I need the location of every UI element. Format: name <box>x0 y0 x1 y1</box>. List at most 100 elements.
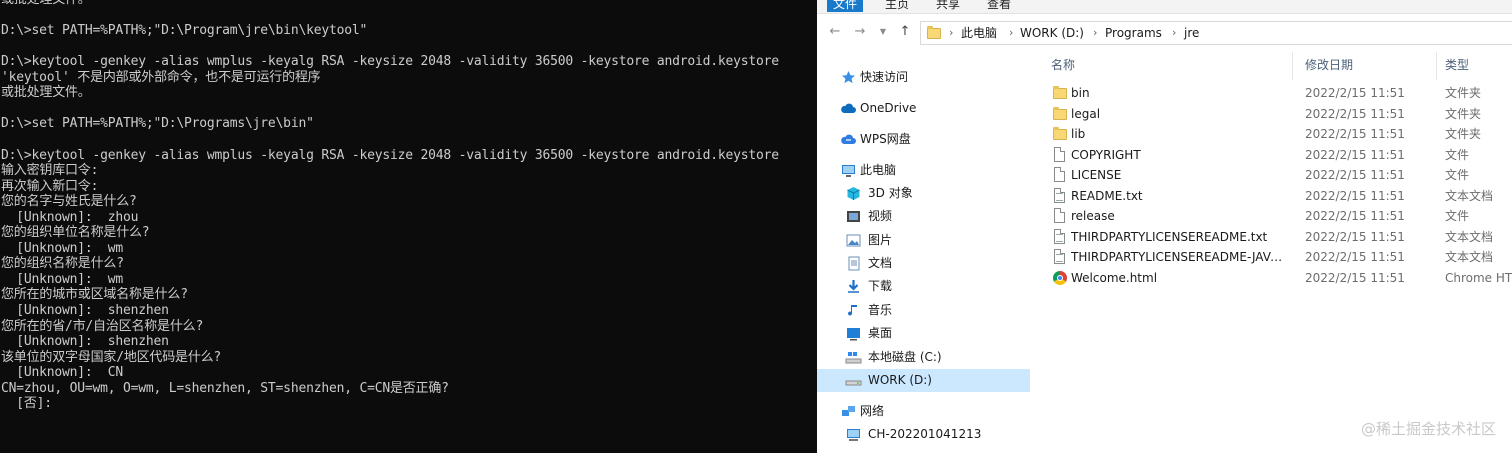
terminal-line: 您的组织名称是什么? <box>1 256 124 272</box>
nav-item[interactable]: OneDrive <box>817 97 1030 120</box>
column-divider[interactable] <box>1292 52 1293 80</box>
file-row[interactable]: release 2022/2/15 11:51 文件 <box>1039 206 1512 226</box>
terminal-line: [Unknown]: zhou <box>1 209 139 225</box>
folder-icon <box>1052 126 1068 142</box>
pictures-icon <box>845 232 862 249</box>
nav-item[interactable]: 网络 <box>817 400 1030 423</box>
column-header-name[interactable]: 名称 <box>1051 56 1075 74</box>
breadcrumb-separator-icon[interactable]: › <box>1093 25 1097 41</box>
music-icon <box>845 302 862 319</box>
file-date: 2022/2/15 11:51 <box>1305 106 1405 121</box>
nav-item-label: 桌面 <box>868 326 893 340</box>
cmd-terminal[interactable]: 或批处理文件。 D:\>set PATH=%PATH%;"D:\Program\j… <box>0 0 817 453</box>
file-type: 文件 <box>1445 168 1470 182</box>
file-date: 2022/2/15 11:51 <box>1305 229 1405 244</box>
nav-item[interactable]: 图片 <box>817 229 1030 252</box>
file-row[interactable]: COPYRIGHT 2022/2/15 11:51 文件 <box>1039 145 1512 165</box>
breadcrumb-programs[interactable]: Programs <box>1105 25 1162 41</box>
breadcrumb-separator-icon[interactable]: › <box>1009 25 1013 41</box>
nav-item[interactable]: WPS网盘 <box>817 128 1030 151</box>
terminal-line: [否]: <box>1 396 52 412</box>
file-type: 文本文档 <box>1445 250 1494 264</box>
column-divider[interactable] <box>1436 52 1437 80</box>
computer-icon <box>840 162 857 179</box>
terminal-line: [Unknown]: wm <box>1 240 124 256</box>
column-header-date[interactable]: 修改日期 <box>1305 56 1353 74</box>
file-icon <box>1052 208 1068 224</box>
file-row[interactable]: legal 2022/2/15 11:51 文件夹 <box>1039 104 1512 124</box>
forward-arrow-icon[interactable]: → <box>852 24 868 40</box>
nav-item[interactable]: 此电脑 <box>817 159 1030 182</box>
ribbon-tab-view[interactable]: 查看 <box>987 0 1011 12</box>
breadcrumb-work-d[interactable]: WORK (D:) <box>1020 25 1084 41</box>
file-type: 文本文档 <box>1445 188 1494 203</box>
file-row[interactable]: LICENSE 2022/2/15 11:51 文件 <box>1039 165 1512 185</box>
file-type: Chrome HTM <box>1445 270 1512 285</box>
back-arrow-icon[interactable]: ← <box>827 24 843 40</box>
column-header-type[interactable]: 类型 <box>1445 56 1469 74</box>
file-row[interactable]: README.txt 2022/2/15 11:51 文本文档 <box>1039 186 1512 206</box>
nav-item-label: 图片 <box>868 233 893 247</box>
file-type: 文件夹 <box>1445 86 1482 100</box>
nav-item[interactable]: 桌面 <box>817 322 1030 345</box>
nav-item-label: 本地磁盘 (C:) <box>868 350 942 364</box>
drive-c-icon <box>845 349 862 366</box>
file-date: 2022/2/15 11:51 <box>1305 209 1405 223</box>
nav-item[interactable]: WORK (D:) <box>817 369 1030 392</box>
file-name: legal <box>1071 106 1101 121</box>
network-icon <box>840 403 857 420</box>
breadcrumb-separator-icon[interactable]: › <box>1172 25 1176 41</box>
chrome-icon <box>1052 270 1068 286</box>
recent-locations-chevron-icon[interactable]: ▼ <box>875 24 891 40</box>
file-name: THIRDPARTYLICENSEREADME.txt <box>1071 229 1268 244</box>
nav-item[interactable]: 文档 <box>817 252 1030 275</box>
up-arrow-icon[interactable]: ↑ <box>897 24 913 40</box>
download-icon <box>845 278 862 295</box>
file-date: 2022/2/15 11:51 <box>1305 86 1405 100</box>
file-row[interactable]: THIRDPARTYLICENSEREADME-JAVAF... 2022/2/1… <box>1039 247 1512 267</box>
breadcrumb-separator-icon[interactable]: › <box>949 25 953 41</box>
nav-item-label: CH-202201041213 <box>868 427 982 441</box>
file-name: README.txt <box>1071 188 1143 203</box>
file-explorer-window: 文件 主页 共享 查看 ← → ▼ ↑ › 此电脑 › WORK (D:) › … <box>817 0 1512 453</box>
nav-item[interactable]: 3D 对象 <box>817 182 1030 205</box>
file-type: 文件 <box>1445 147 1470 162</box>
terminal-line: D:\>set PATH=%PATH%;"D:\Program\jre\bin\… <box>1 23 368 39</box>
terminal-line: 您的组织单位名称是什么? <box>1 225 150 241</box>
file-row[interactable]: lib 2022/2/15 11:51 文件夹 <box>1039 124 1512 144</box>
terminal-line: D:\>set PATH=%PATH%;"D:\Programs\jre\bin… <box>1 116 314 132</box>
nav-item[interactable]: 快速访问 <box>817 66 1030 89</box>
terminal-line: 该单位的双字母国家/地区代码是什么? <box>1 349 222 365</box>
file-row[interactable]: bin 2022/2/15 11:51 文件夹 <box>1039 83 1512 103</box>
nav-item-label: OneDrive <box>860 101 917 115</box>
nav-item[interactable]: 本地磁盘 (C:) <box>817 346 1030 369</box>
breadcrumb-jre[interactable]: jre <box>1184 25 1199 41</box>
desktop-icon <box>845 325 862 342</box>
navigation-bar: ← → ▼ ↑ › 此电脑 › WORK (D:) › Programs › j… <box>817 18 1512 48</box>
nav-item[interactable]: CH-202201041213 <box>817 423 1030 446</box>
file-type: 文件夹 <box>1445 106 1482 121</box>
nav-item-label: 3D 对象 <box>868 186 913 200</box>
nav-item[interactable]: 视频 <box>817 205 1030 228</box>
network-computer-icon <box>845 426 862 443</box>
ribbon-tab-file[interactable]: 文件 <box>827 0 863 12</box>
address-bar[interactable]: › 此电脑 › WORK (D:) › Programs › jre <box>920 21 1512 45</box>
file-row[interactable]: THIRDPARTYLICENSEREADME.txt 2022/2/15 11:… <box>1039 227 1512 247</box>
terminal-line: D:\>keytool -genkey -alias wmplus -keyal… <box>1 147 779 163</box>
nav-item[interactable]: 下载 <box>817 275 1030 298</box>
file-date: 2022/2/15 11:51 <box>1305 147 1405 162</box>
wps-cloud-icon <box>840 131 857 148</box>
nav-item-label: WORK (D:) <box>868 373 932 387</box>
nav-item-label: 网络 <box>860 404 885 418</box>
nav-item[interactable]: 音乐 <box>817 299 1030 322</box>
terminal-line: 或批处理文件。 <box>1 0 91 8</box>
terminal-line: 再次输入新口令: <box>1 178 99 194</box>
cloud-icon <box>840 100 857 117</box>
file-row[interactable]: Welcome.html 2022/2/15 11:51 Chrome HTM <box>1039 268 1512 288</box>
breadcrumb-this-pc[interactable]: 此电脑 <box>961 25 997 41</box>
folder-icon <box>927 26 941 39</box>
3d-objects-icon <box>845 185 862 202</box>
drive-d-icon <box>845 372 862 389</box>
ribbon-tab-home[interactable]: 主页 <box>885 0 909 12</box>
ribbon-tab-share[interactable]: 共享 <box>936 0 960 12</box>
